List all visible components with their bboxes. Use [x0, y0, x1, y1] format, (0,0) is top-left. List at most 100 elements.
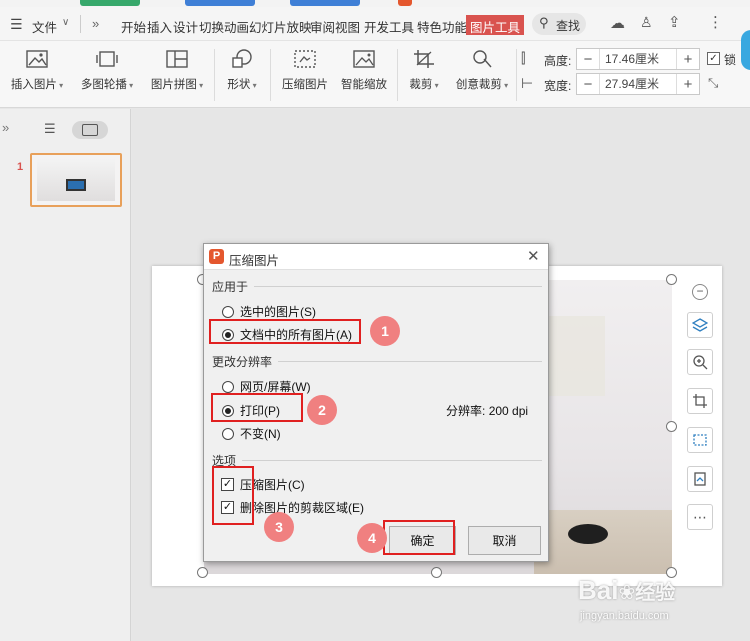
- picture-collage-label: 图片拼图: [150, 79, 197, 91]
- multi-carousel-button[interactable]: 多图轮播 ▾: [76, 48, 138, 92]
- chevron-down-icon[interactable]: ∨: [62, 17, 69, 28]
- apply-selected-label: 选中的图片(S): [240, 305, 316, 319]
- side-decoration: [741, 30, 750, 70]
- insert-picture-button[interactable]: 插入图片 ▾: [6, 48, 68, 92]
- height-value[interactable]: 17.46厘米: [599, 49, 677, 69]
- tab-developer[interactable]: 开发工具: [364, 17, 414, 36]
- watermark-url: jingyan.baidu.com: [580, 610, 669, 622]
- width-label: 宽度:: [544, 79, 572, 93]
- tab-strip-piece: [398, 0, 412, 6]
- shape-button[interactable]: 形状 ▾: [222, 48, 262, 92]
- width-stepper[interactable]: − 27.94厘米 +: [576, 73, 700, 95]
- picture-mouse-detail: [568, 524, 608, 544]
- share-icon[interactable]: ⇪: [668, 13, 681, 31]
- picture-collage-button[interactable]: 图片拼图 ▾: [146, 48, 208, 92]
- width-decrease-button[interactable]: −: [577, 74, 599, 94]
- ribbon-toolbar: 插入图片 ▾ 多图轮播 ▾ 图片拼图 ▾ 形状 ▾ 压缩图片 智能缩放 裁剪 ▾…: [0, 41, 750, 108]
- tab-home[interactable]: 开始: [121, 17, 146, 36]
- multi-carousel-label: 多图轮播: [80, 79, 127, 91]
- width-value[interactable]: 27.94厘米: [599, 74, 677, 94]
- watermark-brand-text2: 经验: [635, 582, 676, 604]
- close-icon[interactable]: ✕: [527, 247, 540, 265]
- step-badge: 1: [370, 316, 400, 346]
- res-none-option[interactable]: 不变(N): [222, 425, 281, 442]
- more-icon[interactable]: ⋮: [708, 13, 723, 31]
- tab-slideshow[interactable]: 幻灯片放映: [249, 17, 312, 36]
- tab-strip-piece: [185, 0, 255, 6]
- tab-design[interactable]: 设计: [173, 17, 198, 36]
- convert-picture-icon: [694, 472, 706, 486]
- tab-picture-tools[interactable]: 图片工具: [466, 15, 525, 35]
- highlight-ok: [383, 520, 455, 555]
- highlight-print: [211, 393, 303, 422]
- resize-handle[interactable]: [431, 567, 442, 578]
- more-options-button[interactable]: ⋯: [687, 504, 713, 530]
- ribbon-divider: [214, 49, 215, 101]
- creative-crop-label: 创意裁剪: [455, 79, 502, 91]
- height-increase-button[interactable]: +: [677, 49, 699, 69]
- add-user-icon[interactable]: ♙: [640, 14, 653, 31]
- paw-icon: ❀: [618, 582, 636, 604]
- tab-review[interactable]: 审阅: [310, 17, 335, 36]
- radio-button[interactable]: [222, 427, 234, 440]
- lock-aspect-label: 锁: [724, 53, 737, 67]
- apply-selected-option[interactable]: 选中的图片(S): [222, 303, 316, 320]
- radio-button[interactable]: [222, 380, 234, 393]
- thumbnail-monitor: [66, 179, 86, 191]
- smart-zoom-icon: [352, 48, 376, 70]
- collapse-toolbar-icon[interactable]: −: [692, 284, 708, 300]
- res-none-label: 不变(N): [240, 427, 281, 441]
- picture-icon: [25, 48, 49, 70]
- watermark-brand: Bai❀经验: [578, 575, 675, 606]
- compress-picture-button[interactable]: 压缩图片: [278, 48, 332, 92]
- menu-divider: [80, 15, 81, 33]
- tab-animation[interactable]: 动画: [224, 17, 249, 36]
- picture-effect-button[interactable]: [687, 427, 713, 453]
- options-section-header: 选项: [212, 452, 542, 469]
- dialog-titlebar: P 压缩图片 ✕: [204, 244, 548, 270]
- height-stepper[interactable]: − 17.46厘米 +: [576, 48, 700, 70]
- slide-view-icon: [82, 124, 98, 136]
- resize-handle[interactable]: [197, 567, 208, 578]
- file-menu[interactable]: 文件: [32, 17, 57, 36]
- outline-view-icon[interactable]: ☰: [44, 121, 56, 137]
- lock-aspect-checkbox[interactable]: ✓: [707, 52, 720, 65]
- tab-features[interactable]: 特色功能: [417, 17, 467, 36]
- height-decrease-button[interactable]: −: [577, 49, 599, 69]
- apply-section-header: 应用于: [212, 278, 542, 295]
- ribbon-divider: [270, 49, 271, 101]
- zoom-in-button[interactable]: [687, 349, 713, 375]
- cloud-icon[interactable]: ☁: [610, 14, 625, 32]
- apply-section-label: 应用于: [212, 280, 249, 294]
- slide-panel: » ☰ 1: [0, 109, 131, 641]
- hamburger-icon[interactable]: ☰: [10, 16, 23, 33]
- shape-icon: [230, 48, 254, 70]
- layers-button[interactable]: [687, 312, 713, 338]
- collapse-panel-icon[interactable]: »: [2, 120, 9, 135]
- section-divider: [278, 361, 542, 362]
- tab-view[interactable]: 视图: [335, 17, 360, 36]
- crop-icon: [412, 48, 436, 70]
- tab-insert[interactable]: 插入: [147, 17, 172, 36]
- crop-button[interactable]: 裁剪 ▾: [404, 48, 444, 92]
- smart-zoom-button[interactable]: 智能缩放: [337, 48, 391, 92]
- resize-handle[interactable]: [666, 274, 677, 285]
- slide-thumbnail[interactable]: [30, 153, 122, 207]
- tab-transition[interactable]: 切换: [199, 17, 224, 36]
- ellipsis-icon: ⋯: [693, 508, 707, 525]
- search-icon: ⚲: [539, 15, 549, 30]
- creative-crop-button[interactable]: 创意裁剪 ▾: [450, 48, 514, 92]
- reset-size-icon[interactable]: ⤡: [708, 75, 718, 91]
- cancel-button[interactable]: 取消: [468, 526, 541, 555]
- floating-picture-toolbar: − ⋯: [687, 282, 713, 534]
- crop-tool-icon: [693, 394, 707, 408]
- width-increase-button[interactable]: +: [677, 74, 699, 94]
- double-chevron-icon[interactable]: »: [92, 16, 99, 31]
- smart-zoom-label: 智能缩放: [341, 79, 387, 91]
- radio-button[interactable]: [222, 305, 234, 318]
- crop-tool-button[interactable]: [687, 388, 713, 414]
- resolution-section-header: 更改分辨率: [212, 353, 542, 370]
- resize-handle[interactable]: [666, 421, 677, 432]
- convert-picture-button[interactable]: [687, 466, 713, 492]
- step-badge: 2: [307, 395, 337, 425]
